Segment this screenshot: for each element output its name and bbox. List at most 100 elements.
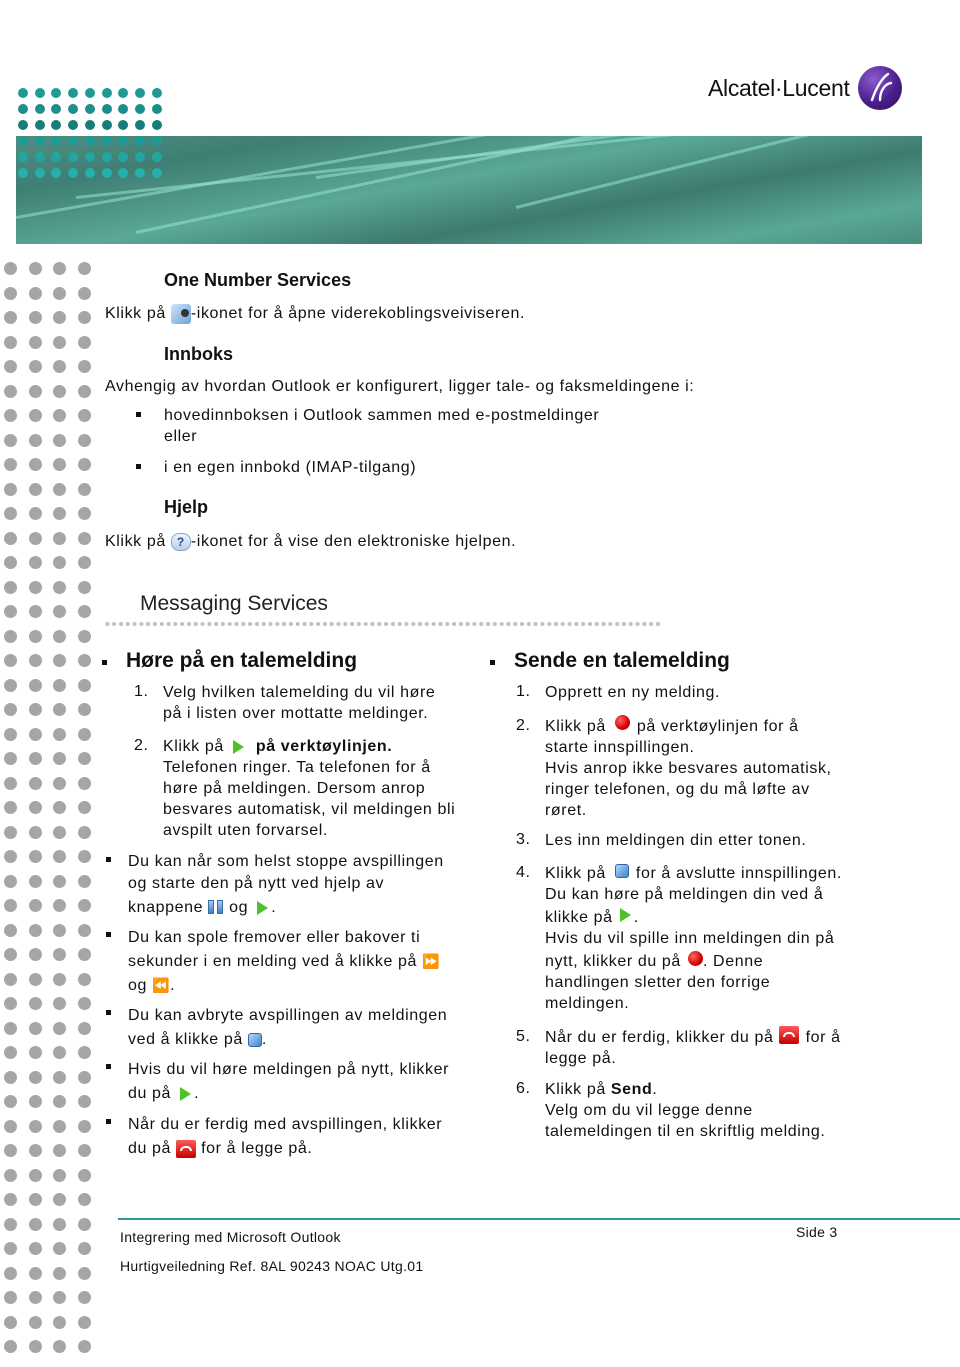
grey-dot [77,360,91,373]
grey-dot [28,262,42,275]
teal-dot [84,120,95,130]
teal-dot [68,120,79,130]
grey-dot [53,1119,66,1133]
grey-dot [53,654,66,667]
grey-dot [28,654,42,667]
page-number: Side 3 [796,1224,838,1240]
grey-dot [28,1144,42,1157]
text-fragment: for å avslutte innspillingen. [630,865,842,882]
grey-dot [53,311,66,324]
grey-dot [4,825,17,839]
play-icon[interactable] [232,739,244,754]
grey-dot [77,482,91,496]
grey-dot [4,1144,17,1157]
call-forwarding-wizard-icon[interactable] [170,303,191,324]
grey-dot [77,286,91,300]
text-fragment: Klikk på [545,1081,611,1098]
play-icon[interactable] [619,907,631,922]
rewind-icon[interactable]: ⏪ [152,974,170,998]
grey-dot [4,507,17,520]
text-fragment: ved å klikke på [128,1031,248,1048]
grey-dot [53,1021,66,1035]
grey-dot [77,776,91,790]
grey-dot [53,850,66,863]
stop-icon[interactable] [614,863,629,878]
listen-tip-replay: Hvis du vil høre meldingen på nytt, klik… [128,1058,449,1106]
grey-dot [77,556,91,569]
teal-dot [51,88,62,98]
teal-dot [151,88,162,98]
tip-line: du på . [128,1082,449,1106]
grey-dot [28,605,42,618]
grey-dot [53,335,66,349]
grey-dot [77,801,91,814]
grey-dot [77,727,91,741]
hang-up-icon[interactable] [176,1139,197,1158]
teal-dot [18,152,28,162]
footer-reference: Hurtigveiledning Ref. 8AL 90243 NOAC Utg… [120,1258,424,1274]
grey-dot [4,752,17,765]
pause-icon[interactable] [208,900,224,915]
grey-dot [77,409,91,422]
grey-dot [77,605,91,618]
grey-dot [53,1193,66,1206]
teal-dot [118,136,129,146]
stop-icon[interactable] [247,1032,262,1047]
send-label: Send [610,1081,653,1098]
grey-dot [4,605,17,618]
bullet-marker [106,857,111,862]
teal-dot [151,104,162,114]
record-icon[interactable] [687,951,703,967]
grey-dot [77,1046,91,1059]
record-icon[interactable] [614,715,630,731]
step-number: 6. [516,1080,531,1097]
text-fragment: for å legge på. [196,1140,313,1157]
grey-dot [53,605,66,618]
teal-dot [118,152,129,162]
footer-divider [118,1218,960,1220]
grey-dot [4,458,17,471]
step-line: Klikk på for å avslutte innspillingen. [545,863,842,884]
teal-dot [118,88,129,98]
step-line: ringer telefonen, og du må løfte av [545,781,810,798]
step-line: på i listen over mottatte meldinger. [163,705,429,722]
text-fragment: nytt, klikker du på [545,953,686,970]
fast-forward-icon[interactable]: ⏩ [422,950,440,974]
help-text: Klikk på ? -ikonet for å vise den elektro… [105,531,516,552]
play-icon[interactable] [257,900,269,915]
step-line: Du kan høre på meldingen din ved å [545,886,824,903]
grey-dot [77,1340,91,1353]
inbox-bullet: i en egen innbokd (IMAP-tilgang) [164,459,417,476]
text-fragment: Når du er ferdig, klikker du på [545,1029,779,1046]
grey-dot [4,1291,17,1304]
teal-dot [134,152,145,162]
play-icon[interactable] [180,1086,192,1101]
tip-line: Du kan når som helst stoppe avspillingen [128,853,444,870]
teal-dot [51,168,62,178]
grey-dot [28,1193,42,1206]
bullet-marker [102,660,107,665]
text-fragment: Klikk på [545,718,611,735]
grey-dot [53,825,66,839]
step-line: Klikk på Send. [545,1079,825,1100]
banner-streak [75,136,922,199]
grey-dot [53,752,66,765]
grey-dot [4,923,17,937]
grey-dot [28,825,42,839]
grey-dot [53,1095,66,1108]
help-icon[interactable]: ? [170,532,191,551]
grey-dot [53,1144,66,1157]
grey-dot [4,360,17,373]
grey-dot [77,850,91,863]
text-fragment: . [194,1085,200,1102]
inbox-intro: Avhengig av hvordan Outlook er konfigure… [105,378,695,395]
bullet-marker [136,464,141,469]
grey-dot [77,703,91,716]
grey-dot [77,899,91,912]
grey-dot [53,384,66,398]
hang-up-icon[interactable] [778,1025,799,1044]
step-line: Klikk på på verktøylinjen for å [545,715,832,737]
bullet-marker [106,1119,111,1124]
grey-dot [4,1021,17,1035]
bullet-marker [136,412,141,417]
